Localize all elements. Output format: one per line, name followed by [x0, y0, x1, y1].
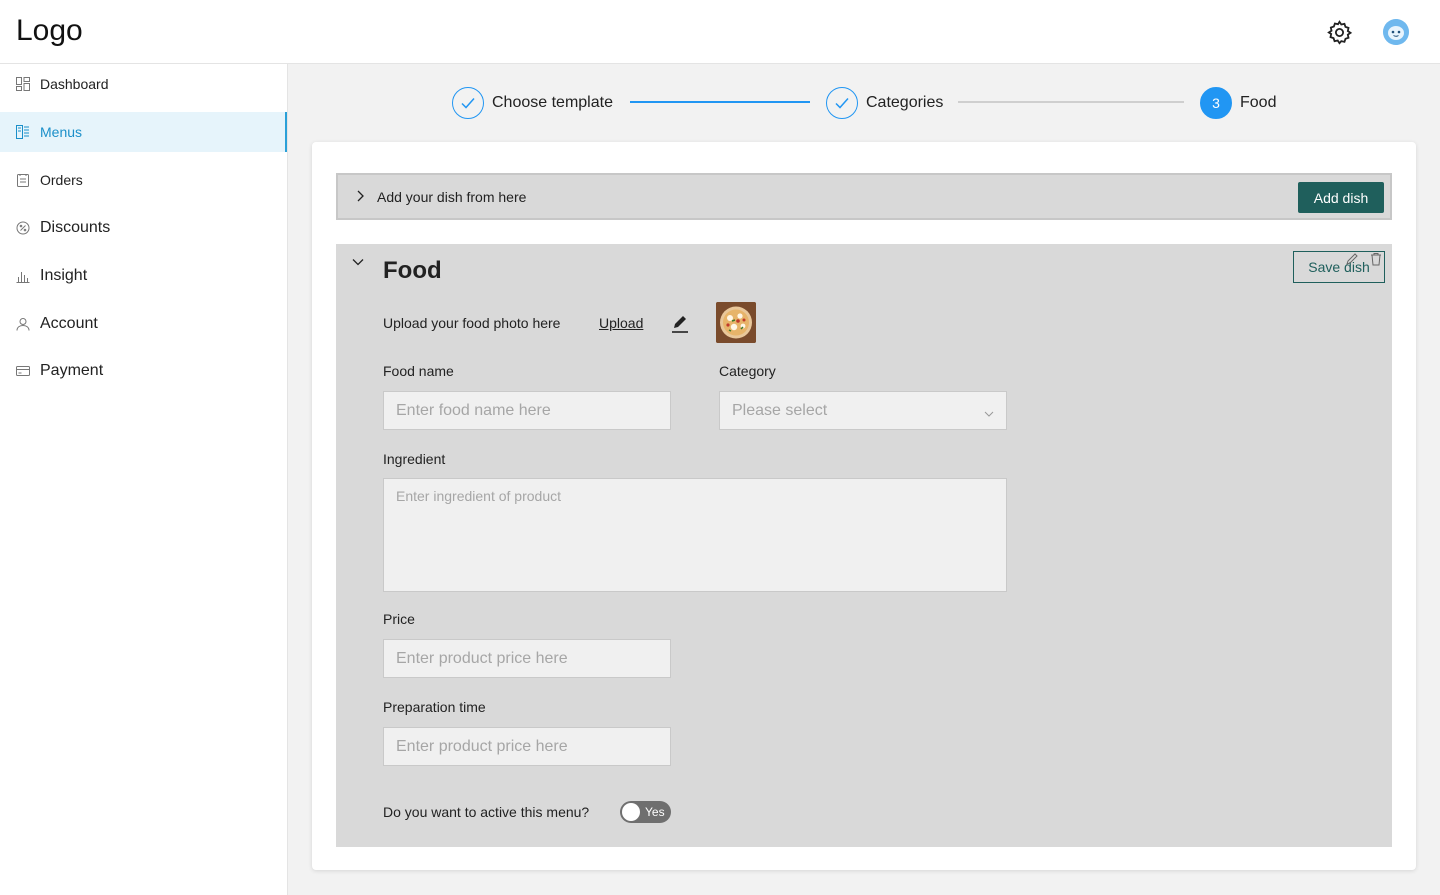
step-3-number[interactable]: 3 [1200, 87, 1232, 119]
step-1-check-icon[interactable] [452, 87, 484, 119]
step-connector [630, 101, 810, 103]
add-dish-button[interactable]: Add dish [1298, 182, 1384, 213]
add-dish-bar: Add your dish from here Add dish [336, 173, 1392, 220]
orders-icon [16, 173, 30, 187]
sidebar-item-discounts[interactable]: Discounts [0, 208, 287, 248]
sidebar-item-label: Discounts [40, 219, 111, 236]
category-select-value: Please select [732, 401, 828, 419]
top-header: Logo [0, 0, 1440, 64]
price-input[interactable] [383, 639, 671, 678]
step-1-label[interactable]: Choose template [492, 94, 613, 112]
prep-time-input[interactable] [383, 727, 671, 766]
ingredient-textarea[interactable] [383, 478, 1007, 592]
food-photo-thumbnail [716, 302, 756, 343]
step-connector [958, 101, 1184, 103]
food-name-input[interactable] [383, 391, 671, 430]
category-label: Category [719, 363, 776, 379]
pencil-icon[interactable] [669, 313, 691, 335]
food-panel-title: Food [383, 257, 442, 284]
active-menu-question: Do you want to active this menu? [383, 804, 590, 820]
dashboard-icon [16, 77, 30, 91]
sidebar-item-insight[interactable]: Insight [0, 256, 287, 296]
menu-book-icon [16, 125, 30, 139]
step-2-check-icon[interactable] [826, 87, 858, 119]
chevron-down-icon[interactable] [352, 255, 364, 267]
sidebar-item-menus[interactable]: Menus [0, 112, 287, 152]
logo[interactable]: Logo [16, 14, 83, 48]
step-3-label[interactable]: Food [1240, 94, 1276, 112]
user-icon [16, 317, 30, 331]
card-icon [16, 364, 30, 378]
sidebar-item-label: Dashboard [40, 76, 109, 92]
edit-icon[interactable] [1345, 252, 1359, 266]
sidebar-item-payment[interactable]: Payment [0, 351, 287, 391]
gear-icon[interactable] [1326, 19, 1353, 46]
category-select[interactable]: Please select [719, 391, 1007, 430]
sidebar-item-label: Menus [40, 124, 83, 140]
price-label: Price [383, 611, 415, 627]
sidebar-item-label: Orders [40, 172, 83, 188]
toggle-knob [622, 803, 640, 821]
sidebar-item-label: Payment [40, 362, 104, 379]
upload-photo-label: Upload your food photo here [383, 315, 561, 331]
sidebar-item-label: Insight [40, 267, 88, 284]
toggle-label: Yes [645, 805, 665, 819]
sidebar: Dashboard Menus Orders Discounts Insight… [0, 64, 288, 895]
active-menu-toggle[interactable]: Yes [620, 801, 671, 823]
sidebar-item-orders[interactable]: Orders [0, 160, 287, 200]
upload-link[interactable]: Upload [599, 315, 643, 331]
prep-time-label: Preparation time [383, 699, 486, 715]
sidebar-item-dashboard[interactable]: Dashboard [0, 64, 287, 104]
trash-icon[interactable] [1369, 252, 1383, 266]
sidebar-item-label: Account [40, 315, 98, 332]
avatar[interactable] [1383, 19, 1409, 45]
discount-icon [16, 221, 30, 235]
food-name-label: Food name [383, 363, 454, 379]
sidebar-item-account[interactable]: Account [0, 304, 287, 344]
chevron-right-icon[interactable] [354, 189, 366, 203]
chart-icon [16, 269, 30, 283]
step-2-label[interactable]: Categories [866, 94, 943, 112]
ingredient-label: Ingredient [383, 451, 446, 467]
chevron-down-icon [984, 406, 994, 417]
add-dish-text: Add your dish from here [377, 189, 527, 205]
food-panel: Food Save dish Upload your food photo he… [336, 244, 1392, 847]
